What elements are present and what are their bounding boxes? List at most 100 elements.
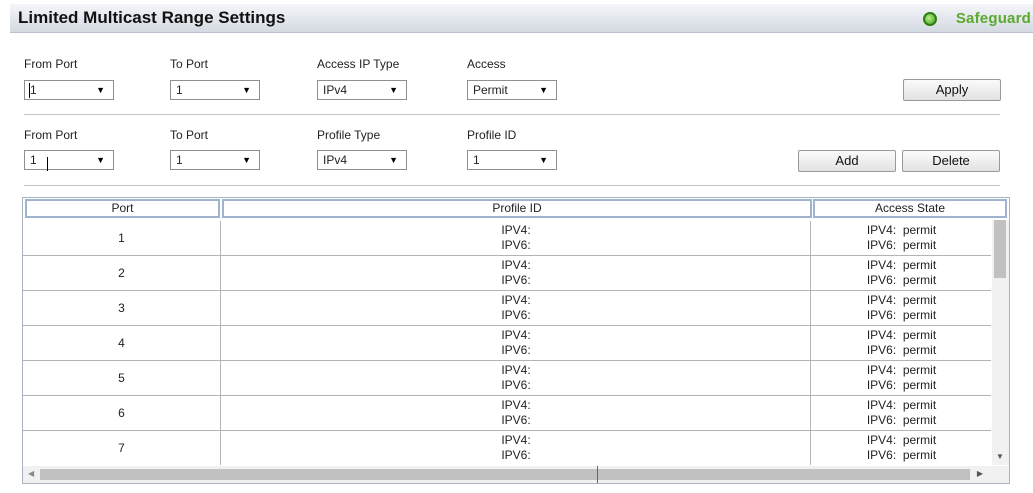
profile-cell: IPV4: IPV6:	[220, 221, 811, 255]
add-button[interactable]: Add	[798, 150, 896, 172]
profile-id-select[interactable]: 1 ▼	[467, 150, 557, 170]
scrollbar-marker	[597, 466, 598, 483]
from-port-select-2[interactable]: 1 ▼	[24, 150, 114, 171]
port-cell: 4	[118, 336, 125, 350]
scroll-down-icon[interactable]: ▼	[996, 452, 1004, 461]
access-cell: IPV4: permit IPV6: permit	[810, 361, 992, 395]
profile-ipv4: IPV4:	[501, 363, 531, 377]
chevron-down-icon: ▼	[389, 85, 398, 95]
profile-cell: IPV4: IPV6:	[220, 361, 811, 395]
horizontal-scrollbar[interactable]: ◀ ▶	[23, 466, 1009, 483]
status-circle-icon	[923, 12, 937, 26]
column-header-access-state: Access State	[813, 199, 1007, 218]
profile-ipv6: IPV6:	[501, 273, 531, 287]
access-ipv6: IPV6: permit	[866, 448, 937, 462]
table-row: 2 IPV4: IPV6: IPV4: permit IPV6: permit	[23, 256, 991, 291]
profile-ipv4: IPV4:	[501, 328, 531, 342]
access-cell: IPV4: permit IPV6: permit	[810, 291, 992, 325]
chevron-down-icon: ▼	[96, 85, 105, 95]
horizontal-scrollbar-thumb[interactable]	[40, 469, 970, 480]
from-port-label-2: From Port	[24, 128, 78, 142]
to-port-label: To Port	[170, 57, 209, 71]
apply-button[interactable]: Apply	[903, 79, 1001, 101]
access-cell: IPV4: permit IPV6: permit	[810, 396, 992, 430]
access-ip-type-label: Access IP Type	[317, 57, 400, 71]
scroll-left-icon[interactable]: ◀	[28, 469, 34, 478]
profile-ipv6: IPV6:	[501, 308, 531, 322]
profile-cell: IPV4: IPV6:	[220, 291, 811, 325]
profile-cell: IPV4: IPV6:	[220, 431, 811, 465]
chevron-down-icon: ▼	[389, 155, 398, 165]
scroll-right-icon[interactable]: ▶	[977, 469, 983, 478]
profile-cell: IPV4: IPV6:	[220, 396, 811, 430]
to-port-value: 1	[176, 83, 183, 97]
access-ipv4: IPV4: permit	[866, 433, 937, 447]
to-port-select[interactable]: 1 ▼	[170, 80, 260, 100]
to-port-label-2: To Port	[170, 128, 209, 142]
page-title: Limited Multicast Range Settings	[18, 8, 286, 27]
table-row: 7 IPV4: IPV6: IPV4: permit IPV6: permit	[23, 431, 991, 466]
profile-ipv4: IPV4:	[501, 398, 531, 412]
port-cell: 6	[118, 406, 125, 420]
profile-id-value: 1	[473, 153, 480, 167]
profile-ipv4: IPV4:	[501, 293, 531, 307]
profile-ipv6: IPV6:	[501, 413, 531, 427]
profile-type-label: Profile Type	[317, 128, 381, 142]
profile-ipv6: IPV6:	[501, 343, 531, 357]
divider	[24, 114, 1000, 115]
text-caret	[47, 157, 48, 171]
to-port-select-2[interactable]: 1 ▼	[170, 150, 260, 170]
access-ipv4: IPV4: permit	[866, 258, 937, 272]
chevron-down-icon: ▼	[242, 85, 251, 95]
profile-type-select[interactable]: IPv4 ▼	[317, 150, 407, 170]
profile-ipv4: IPV4:	[501, 258, 531, 272]
access-ip-type-value: IPv4	[323, 83, 348, 97]
access-ip-type-select[interactable]: IPv4 ▼	[317, 80, 407, 100]
from-port-select[interactable]: 1 ▼	[24, 80, 114, 100]
table-header: Port Profile ID Access State	[23, 198, 1009, 220]
vertical-scrollbar-thumb[interactable]	[994, 220, 1006, 278]
vertical-scrollbar[interactable]: ▼	[992, 220, 1009, 465]
access-ipv6: IPV6: permit	[866, 308, 937, 322]
table-row: 3 IPV4: IPV6: IPV4: permit IPV6: permit	[23, 291, 991, 326]
profile-ipv4: IPV4:	[501, 223, 531, 237]
from-port-label: From Port	[24, 57, 78, 71]
port-cell: 5	[118, 371, 125, 385]
from-port-value: 1	[30, 83, 37, 97]
access-select[interactable]: Permit ▼	[467, 80, 557, 100]
to-port-value-2: 1	[176, 153, 183, 167]
delete-button[interactable]: Delete	[902, 150, 1000, 172]
profile-id-label: Profile ID	[467, 128, 517, 142]
access-ipv4: IPV4: permit	[866, 328, 937, 342]
from-port-value-2: 1	[30, 153, 37, 167]
text-caret	[29, 83, 30, 98]
table-row: 5 IPV4: IPV6: IPV4: permit IPV6: permit	[23, 361, 991, 396]
chevron-down-icon: ▼	[539, 85, 548, 95]
safeguard-label[interactable]: Safeguard	[956, 10, 1031, 27]
table-row: 1 IPV4: IPV6: IPV4: permit IPV6: permit	[23, 221, 991, 256]
access-label: Access	[467, 57, 506, 71]
access-ipv6: IPV6: permit	[866, 343, 937, 357]
divider	[24, 185, 1000, 186]
access-ipv4: IPV4: permit	[866, 223, 937, 237]
chevron-down-icon: ▼	[96, 155, 105, 165]
access-ipv4: IPV4: permit	[866, 363, 937, 377]
profile-ipv6: IPV6:	[501, 378, 531, 392]
table-row: 6 IPV4: IPV6: IPV4: permit IPV6: permit	[23, 396, 991, 431]
access-ipv6: IPV6: permit	[866, 413, 937, 427]
port-cell: 1	[118, 231, 125, 245]
profile-ipv6: IPV6:	[501, 238, 531, 252]
chevron-down-icon: ▼	[242, 155, 251, 165]
access-value: Permit	[473, 83, 508, 97]
chevron-down-icon: ▼	[539, 155, 548, 165]
port-profile-table: Port Profile ID Access State 1 IPV4: IPV…	[22, 197, 1010, 484]
access-cell: IPV4: permit IPV6: permit	[810, 431, 992, 465]
access-cell: IPV4: permit IPV6: permit	[810, 256, 992, 290]
access-ipv6: IPV6: permit	[866, 378, 937, 392]
profile-type-value: IPv4	[323, 153, 348, 167]
page-header: Limited Multicast Range Settings Safegua…	[10, 4, 1033, 33]
column-header-port: Port	[25, 199, 220, 218]
table-row: 4 IPV4: IPV6: IPV4: permit IPV6: permit	[23, 326, 991, 361]
profile-ipv6: IPV6:	[501, 448, 531, 462]
access-ipv6: IPV6: permit	[866, 273, 937, 287]
